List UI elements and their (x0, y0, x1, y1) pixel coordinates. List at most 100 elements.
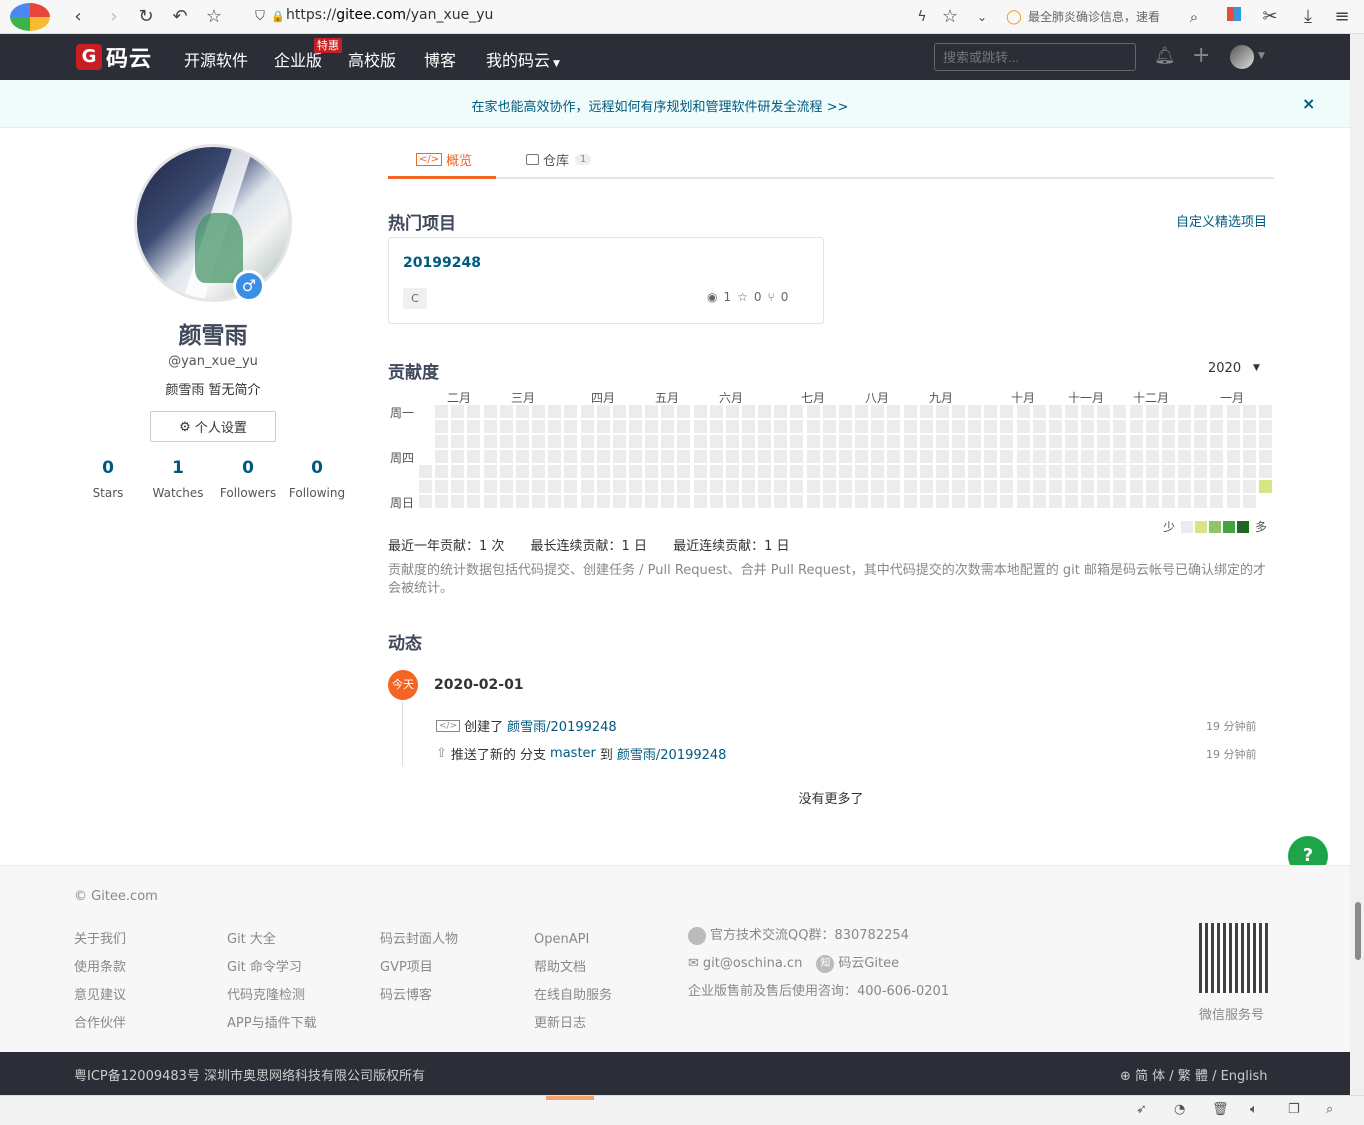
contribution-cell[interactable] (564, 495, 578, 508)
apps-grid-icon[interactable] (1222, 5, 1246, 29)
contribution-cell[interactable] (532, 420, 546, 433)
contribution-cell[interactable] (677, 465, 691, 478)
contribution-cell[interactable] (435, 420, 449, 433)
contribution-cell[interactable] (677, 420, 691, 433)
contribution-cell[interactable] (548, 405, 562, 418)
contribution-cell[interactable] (951, 495, 965, 508)
contribution-cell[interactable] (515, 420, 529, 433)
contribution-cell[interactable] (951, 450, 965, 463)
contribution-cell[interactable] (612, 450, 626, 463)
contribution-cell[interactable] (1226, 420, 1240, 433)
contribution-cell[interactable] (1016, 465, 1030, 478)
contribution-cell[interactable] (548, 450, 562, 463)
contribution-cell[interactable] (1194, 495, 1208, 508)
contribution-cell[interactable] (693, 480, 707, 493)
contribution-cell[interactable] (855, 465, 869, 478)
contribution-cell[interactable] (1226, 465, 1240, 478)
contribution-cell[interactable] (1178, 495, 1192, 508)
contribution-cell[interactable] (628, 420, 642, 433)
window-icon[interactable]: ❐ (1288, 1102, 1300, 1117)
lightning-icon[interactable]: ϟ (910, 5, 934, 29)
contribution-cell[interactable] (758, 480, 772, 493)
contribution-cell[interactable] (645, 480, 659, 493)
plus-icon[interactable]: + (1192, 43, 1210, 68)
contribution-cell[interactable] (1113, 420, 1127, 433)
contribution-cell[interactable] (1161, 480, 1175, 493)
contribution-cell[interactable] (1032, 465, 1046, 478)
contribution-cell[interactable] (903, 450, 917, 463)
contribution-cell[interactable] (1113, 405, 1127, 418)
contribution-cell[interactable] (596, 495, 610, 508)
contribution-cell[interactable] (612, 405, 626, 418)
contribution-cell[interactable] (580, 465, 594, 478)
contribution-cell[interactable] (742, 435, 755, 448)
contribution-cell[interactable] (612, 465, 626, 478)
contribution-cell[interactable] (515, 495, 529, 508)
contribution-cell[interactable] (709, 465, 723, 478)
contribution-cell[interactable] (515, 465, 529, 478)
favorite-star-icon[interactable]: ☆ (938, 5, 962, 29)
year-selector[interactable]: 2020 (1208, 361, 1241, 376)
contribution-cell[interactable] (871, 435, 885, 448)
contribution-cell[interactable] (451, 435, 465, 448)
contribution-cell[interactable] (919, 495, 933, 508)
contribution-cell[interactable] (612, 480, 626, 493)
contribution-cell[interactable] (1145, 480, 1159, 493)
contribution-cell[interactable] (677, 435, 691, 448)
contribution-cell[interactable] (1016, 405, 1030, 418)
contribution-cell[interactable] (774, 420, 788, 433)
contribution-cell[interactable] (564, 420, 578, 433)
contribution-cell[interactable] (919, 420, 933, 433)
contribution-cell[interactable] (935, 450, 949, 463)
contribution-cell[interactable] (951, 435, 965, 448)
contribution-cell[interactable] (984, 495, 998, 508)
contribution-cell[interactable] (725, 465, 739, 478)
contribution-cell[interactable] (1145, 465, 1159, 478)
contribution-cell[interactable] (838, 495, 852, 508)
contribution-cell[interactable] (1194, 435, 1208, 448)
contribution-cell[interactable] (1210, 420, 1224, 433)
personal-settings-button[interactable]: ⚙ 个人设置 (150, 411, 276, 442)
contribution-cell[interactable] (1065, 465, 1078, 478)
contribution-cell[interactable] (1000, 480, 1014, 493)
contribution-cell[interactable] (1000, 405, 1014, 418)
contribution-cell[interactable] (1242, 420, 1256, 433)
contribution-cell[interactable] (661, 465, 675, 478)
contribution-cell[interactable] (968, 480, 982, 493)
contribution-cell[interactable] (499, 495, 513, 508)
contribution-cell[interactable] (661, 420, 675, 433)
contribution-cell[interactable] (725, 495, 739, 508)
contribution-cell[interactable] (758, 405, 772, 418)
contribution-cell[interactable] (951, 405, 965, 418)
contribution-cell[interactable] (467, 405, 481, 418)
contribution-cell[interactable] (935, 405, 949, 418)
close-icon[interactable]: × (1302, 94, 1315, 113)
contribution-cell[interactable] (790, 495, 804, 508)
contribution-cell[interactable] (515, 480, 529, 493)
contribution-cell[interactable] (1065, 480, 1078, 493)
contribution-cell[interactable] (1081, 435, 1095, 448)
project-card[interactable]: 20199248 C ◉ 1 ☆ 0 ⑂ 0 (388, 237, 824, 324)
contribution-cell[interactable] (725, 420, 739, 433)
contribution-cell[interactable] (903, 480, 917, 493)
contribution-cell[interactable] (1258, 465, 1272, 478)
contribution-cell[interactable] (790, 465, 804, 478)
scrollbar-thumb[interactable] (1355, 902, 1361, 960)
contribution-cell[interactable] (887, 420, 901, 433)
project-name-link[interactable]: 20199248 (403, 255, 481, 271)
contribution-cell[interactable] (903, 405, 917, 418)
contribution-cell[interactable] (935, 420, 949, 433)
contribution-cell[interactable] (887, 495, 901, 508)
contribution-cell[interactable] (887, 450, 901, 463)
contribution-cell[interactable] (612, 435, 626, 448)
contribution-cell[interactable] (822, 450, 836, 463)
contribution-cell[interactable] (984, 450, 998, 463)
contribution-cell[interactable] (628, 480, 642, 493)
contribution-cell[interactable] (1097, 465, 1111, 478)
contribution-cell[interactable] (742, 405, 755, 418)
contribution-cell[interactable] (742, 495, 755, 508)
icp-license[interactable]: 粤ICP备12009483号 深圳市奥思网络科技有限公司版权所有 (74, 1065, 425, 1084)
contribution-cell[interactable] (1097, 405, 1111, 418)
contribution-cell[interactable] (855, 420, 869, 433)
contribution-cell[interactable] (419, 495, 432, 508)
